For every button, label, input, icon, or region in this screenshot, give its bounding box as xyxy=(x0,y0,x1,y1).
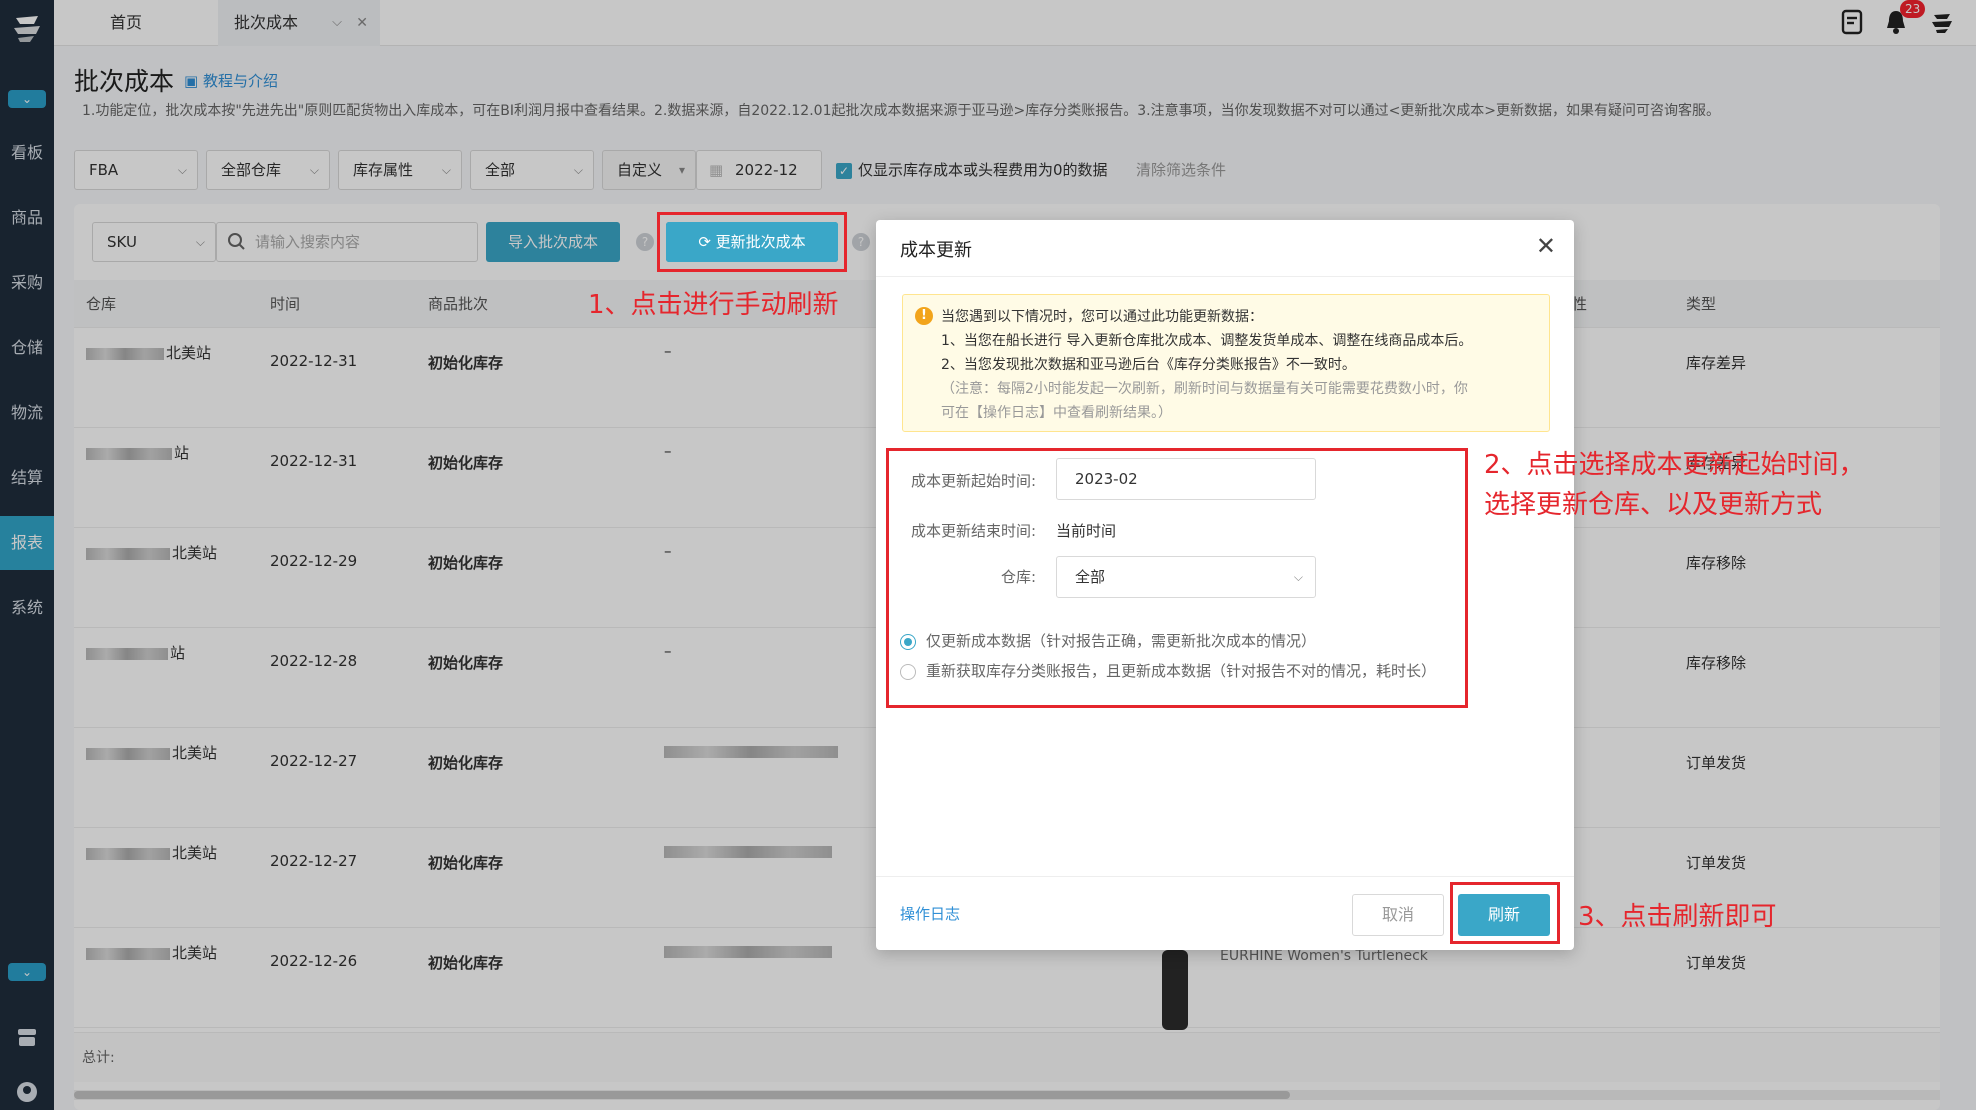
annotation-step1: 1、点击进行手动刷新 xyxy=(588,290,839,320)
close-icon[interactable]: ✕ xyxy=(1536,232,1556,260)
annotation-step2-line1: 2、点击选择成本更新起始时间， xyxy=(1484,450,1865,480)
dialog-title: 成本更新 xyxy=(900,240,972,261)
product-thumbnail xyxy=(1162,950,1188,1030)
divider xyxy=(876,276,1574,277)
divider xyxy=(876,876,1574,877)
annotation-box-step3 xyxy=(1450,882,1560,944)
operation-log-link[interactable]: 操作日志 xyxy=(900,903,960,924)
annotation-step3: 3、点击刷新即可 xyxy=(1578,902,1777,932)
annotation-step2-line2: 选择更新仓库、以及更新方式 xyxy=(1484,490,1823,520)
annotation-box-step1 xyxy=(657,212,847,272)
warning-icon: ! xyxy=(915,307,933,325)
cancel-button[interactable]: 取消 xyxy=(1352,894,1444,936)
warning-alert: ! 当您遇到以下情况时，您可以通过此功能更新数据： 1、当您在船长进行 导入更新… xyxy=(902,294,1550,432)
product-title: EURHINE Women's Turtleneck xyxy=(1220,948,1428,964)
annotation-box-step2 xyxy=(886,448,1468,708)
